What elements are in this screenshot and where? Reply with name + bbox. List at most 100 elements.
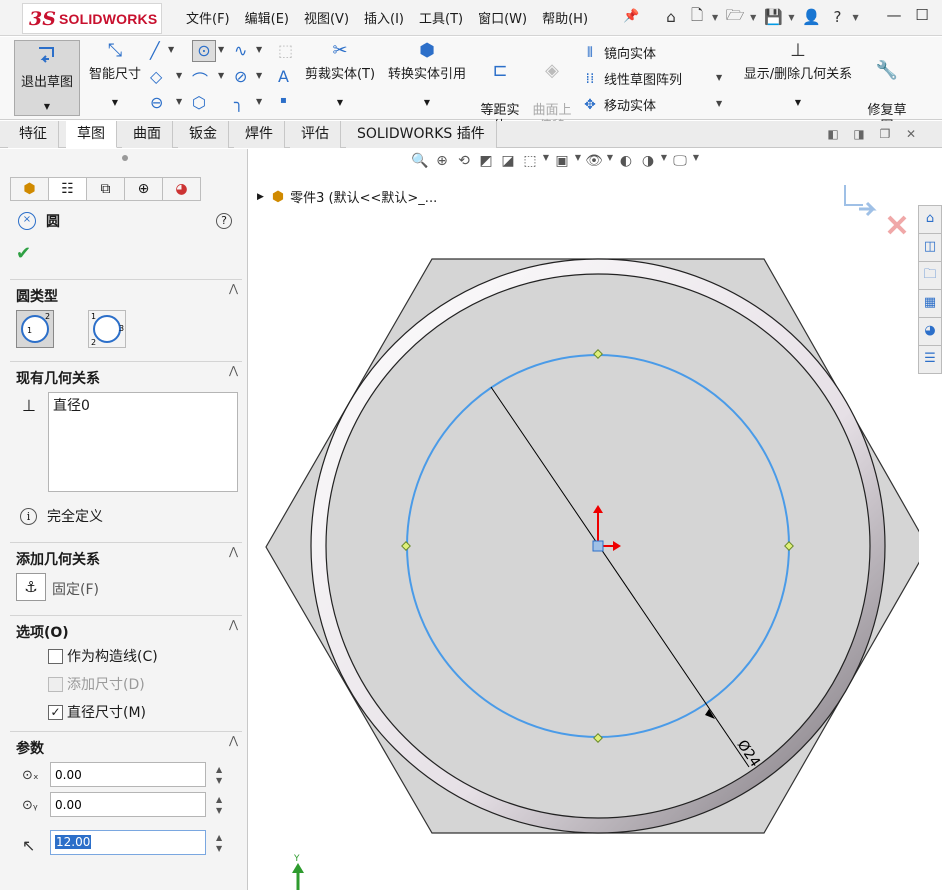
chevron-down-icon[interactable]: ▼ — [256, 97, 262, 106]
chevron-down-icon[interactable]: ▼ — [716, 73, 722, 82]
solidworks-logo[interactable]: 3S SOLIDWORKS — [22, 3, 162, 34]
design-library-icon[interactable]: ◫ — [918, 233, 942, 262]
configuration-manager-tab-icon[interactable]: ⧉ — [86, 177, 125, 201]
open-folder-icon[interactable]: 🗁 — [724, 6, 746, 28]
diameter-dimension-checkbox[interactable]: ✓ 直径尺寸(M) — [48, 702, 146, 722]
center-x-input[interactable] — [50, 762, 206, 787]
radius-input[interactable]: 12.00 — [50, 830, 206, 855]
chevron-down-icon[interactable]: ▼ — [256, 45, 262, 54]
help-icon[interactable]: ? — [216, 213, 232, 229]
maximize-icon[interactable]: ☐ — [908, 6, 936, 24]
rectangle-icon[interactable]: ◇ — [150, 67, 162, 86]
relations-list[interactable]: 直径0 — [48, 392, 238, 492]
chevron-down-icon[interactable]: ▼ — [300, 95, 380, 111]
center-y-input[interactable] — [50, 792, 206, 817]
exit-sketch-button[interactable]: 退出草图 ▼ — [14, 40, 80, 116]
tab-sheet-metal[interactable]: 钣金 — [178, 121, 229, 148]
collapse-icon[interactable]: ⋀ — [229, 618, 238, 631]
minimize-icon[interactable]: — — [880, 6, 908, 24]
tab-surfaces[interactable]: 曲面 — [122, 121, 173, 148]
home-icon[interactable]: ⌂ — [918, 205, 942, 234]
trim-entities-button[interactable]: ✂ 剪裁实体(T) ▼ — [300, 42, 380, 111]
menu-window[interactable]: 窗口(W) — [478, 8, 527, 27]
feature-manager-tab-icon[interactable]: ⬢ — [10, 177, 49, 201]
chevron-down-icon[interactable]: ▼ — [84, 95, 146, 111]
dock-left-icon[interactable]: ◧ — [820, 127, 846, 141]
menu-edit[interactable]: 编辑(E) — [245, 8, 289, 27]
dimxpert-tab-icon[interactable]: ⊕ — [124, 177, 163, 201]
collapse-icon[interactable]: ⋀ — [229, 364, 238, 377]
smart-dimension-button[interactable]: ⤡ 智能尺寸 ▼ — [84, 42, 146, 111]
spin-up-icon[interactable]: ▲ ▼ — [216, 794, 222, 816]
perimeter-circle-button[interactable]: 1 3 2 — [88, 310, 126, 348]
close-icon[interactable]: ✕ — [898, 127, 924, 141]
ok-checkmark-icon[interactable]: ✔ — [16, 243, 31, 264]
fix-label[interactable]: 固定(F) — [52, 579, 99, 599]
spin-up-icon[interactable]: ▲ ▼ — [216, 764, 222, 786]
collapse-icon[interactable]: ⋀ — [229, 734, 238, 747]
pin-icon[interactable]: 📌 — [623, 9, 639, 24]
chevron-down-icon[interactable]: ▼ — [852, 13, 858, 22]
chevron-down-icon[interactable]: ▼ — [218, 71, 224, 80]
move-entities-button[interactable]: ✥ 移动实体 — [580, 95, 656, 115]
checkbox-box[interactable] — [48, 648, 63, 664]
spline-icon[interactable]: ∿ — [234, 41, 247, 60]
arc-icon[interactable]: ⌒ — [192, 67, 208, 91]
line-icon[interactable]: ╱ — [150, 41, 160, 60]
appearances-icon[interactable]: ◕ — [918, 317, 942, 346]
spin-up-icon[interactable]: ▲ ▼ — [216, 832, 222, 854]
tab-sketch[interactable]: 草图 — [66, 121, 117, 148]
home-icon[interactable]: ⌂ — [660, 6, 682, 28]
chevron-down-icon[interactable]: ▼ — [716, 99, 722, 108]
circle-tool-icon[interactable]: ⊙ — [192, 40, 216, 62]
property-manager-tab-icon[interactable]: ☷ — [48, 177, 87, 201]
tab-evaluate[interactable]: 评估 — [290, 121, 341, 148]
construction-checkbox[interactable]: 作为构造线(C) — [48, 646, 158, 666]
tab-addins[interactable]: SOLIDWORKS 插件 — [346, 121, 497, 148]
chevron-down-icon[interactable]: ▼ — [788, 13, 794, 22]
menu-view[interactable]: 视图(V) — [304, 8, 349, 27]
custom-properties-icon[interactable]: ☰ — [918, 345, 942, 374]
slot-icon[interactable]: ⊖ — [150, 93, 163, 112]
graphics-area[interactable]: 🔍 ⊕ ⟲ ◩ ◪ ⬚ ▼ ▣ ▼ 👁 ▼ ◐ ◑ ▼ 🖵 ▼ ▶ ⬢ 零件3 … — [249, 149, 942, 890]
display-manager-tab-icon[interactable]: ◕ — [162, 177, 201, 201]
collapse-icon[interactable]: ⋀ — [229, 282, 238, 295]
center-circle-button[interactable]: 1 2 — [16, 310, 54, 348]
tab-weldments[interactable]: 焊件 — [234, 121, 285, 148]
fix-relation-button[interactable]: ⚓ — [16, 573, 46, 601]
chevron-down-icon[interactable]: ▼ — [750, 13, 756, 22]
checkmark-icon[interactable]: ✓ — [48, 704, 63, 720]
chevron-down-icon[interactable]: ▼ — [256, 71, 262, 80]
new-document-icon[interactable]: 🗋 — [686, 6, 708, 28]
convert-entities-button[interactable]: ⬢ 转换实体引用 ▼ — [382, 42, 472, 111]
chevron-down-icon[interactable]: ▼ — [15, 102, 79, 111]
menu-file[interactable]: 文件(F) — [186, 8, 230, 27]
ellipse-icon[interactable]: ⊘ — [234, 67, 247, 86]
display-relations-button[interactable]: ⊥ 显示/删除几何关系 ▼ — [736, 42, 860, 111]
sketch-canvas[interactable]: Ø24 Y — [249, 149, 919, 890]
menu-tools[interactable]: 工具(T) — [419, 8, 463, 27]
fillet-icon[interactable]: ╮ — [234, 93, 244, 112]
chevron-down-icon[interactable]: ▼ — [176, 71, 182, 80]
dock-right-icon[interactable]: ◨ — [846, 127, 872, 141]
file-explorer-icon[interactable]: 🗀 — [918, 261, 942, 290]
list-item[interactable]: 直径0 — [53, 395, 233, 415]
view-palette-icon[interactable]: ▦ — [918, 289, 942, 318]
linear-pattern-button[interactable]: ⁞⁞ 线性草图阵列 — [580, 69, 682, 89]
chevron-down-icon[interactable]: ▼ — [382, 95, 472, 111]
text-icon[interactable]: A — [278, 67, 289, 86]
save-icon[interactable]: 💾 — [762, 6, 784, 28]
panel-grip[interactable] — [122, 155, 128, 161]
menu-help[interactable]: 帮助(H) — [542, 8, 588, 27]
restore-icon[interactable]: ❐ — [872, 127, 898, 141]
user-icon[interactable]: 👤 — [800, 6, 822, 28]
chevron-down-icon[interactable]: ▼ — [218, 45, 224, 54]
chevron-down-icon[interactable]: ▼ — [712, 13, 718, 22]
point-icon[interactable]: ▪ — [280, 95, 287, 106]
mirror-entities-button[interactable]: ⫴ 镜向实体 — [580, 43, 656, 63]
chevron-down-icon[interactable]: ▼ — [176, 97, 182, 106]
chevron-down-icon[interactable]: ▼ — [168, 45, 174, 54]
help-icon[interactable]: ? — [826, 6, 848, 28]
menu-insert[interactable]: 插入(I) — [364, 8, 404, 27]
chevron-down-icon[interactable]: ▼ — [736, 95, 860, 111]
